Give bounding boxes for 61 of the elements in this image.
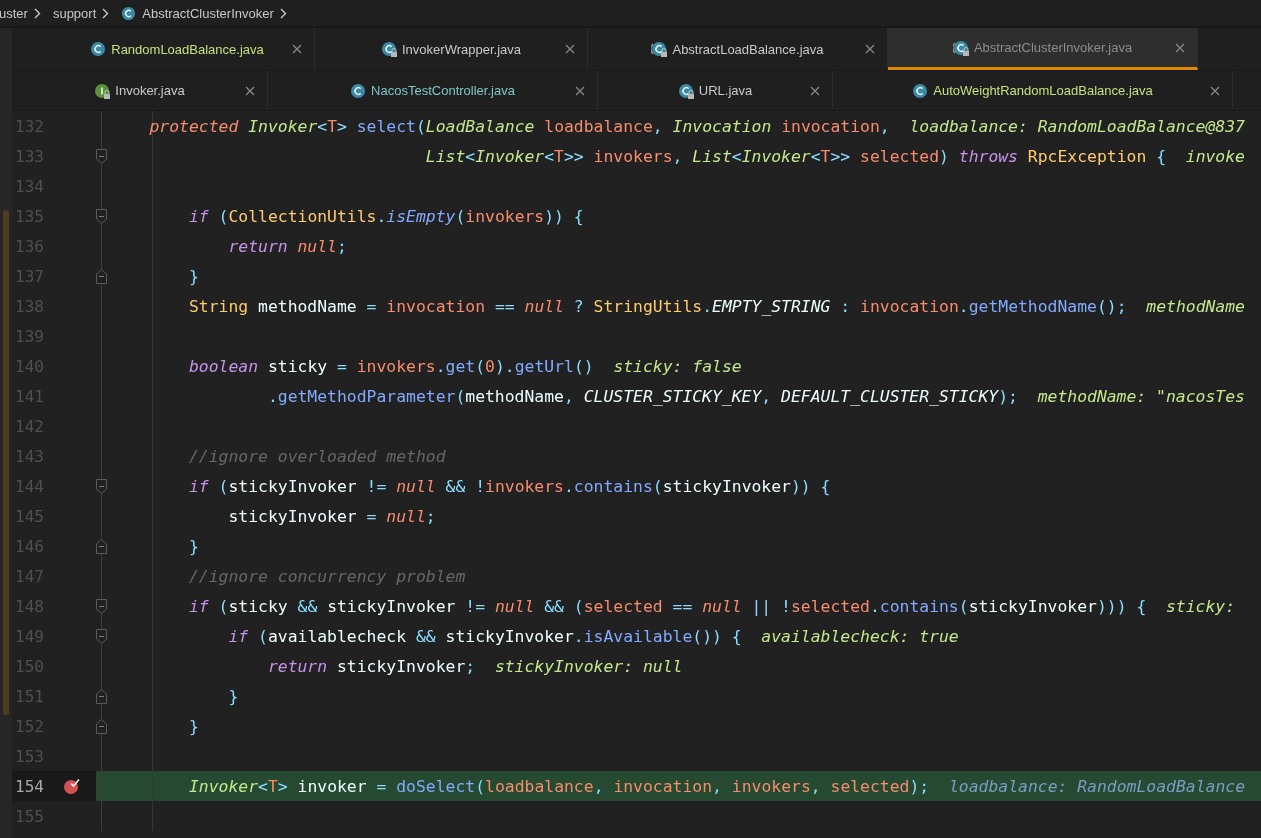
inline-value-hint: methodName xyxy=(1146,296,1245,316)
close-icon[interactable] xyxy=(1210,85,1220,96)
code-line: } xyxy=(228,686,239,706)
editor-tab[interactable]: AutoWeightRandomLoadBalance.java xyxy=(833,71,1233,110)
code-line: Invoker<T> invoker = doSelect(loadbalance, invocation, invokers, selected); xyxy=(188,776,930,796)
code-line: } xyxy=(188,536,199,556)
editor-tab[interactable]: Invoker.java xyxy=(12,71,268,110)
close-icon[interactable] xyxy=(245,85,255,96)
fold-marker-icon[interactable] xyxy=(96,538,107,554)
chevron-right-icon xyxy=(33,7,41,19)
code-line: List<Invoker<T>> invokers, List<Invoker<T>> selected) throws RpcException { xyxy=(425,146,1167,166)
inline-value-hint: invoke xyxy=(1185,146,1245,166)
fold-marker-icon[interactable] xyxy=(96,208,107,224)
inline-value-hint: loadbalance: RandomLoadBalance@837 xyxy=(909,116,1245,136)
code-line: String methodName = invocation == null ? StringUtils.EMPTY_STRING : invocation.getMethodName(); xyxy=(188,296,1127,316)
code-line: stickyInvoker = null; xyxy=(228,506,436,526)
code-line: } xyxy=(188,266,199,286)
code-line: return stickyInvoker; xyxy=(267,656,476,676)
class-file-icon xyxy=(121,5,137,21)
inline-value-hint: availablecheck: true xyxy=(761,626,959,646)
code-line: if (sticky && stickyInvoker != null && (selected == null || !selected.contains(stickyInvoker))) { xyxy=(188,596,1147,616)
chevron-right-icon xyxy=(102,7,110,19)
inline-value-hint: sticky: xyxy=(1166,596,1236,616)
breadcrumb-item[interactable]: AbstractClusterInvoker xyxy=(142,5,274,21)
close-icon[interactable] xyxy=(575,85,585,96)
fold-marker-icon[interactable] xyxy=(96,268,107,284)
inline-value-hint: stickyInvoker: null xyxy=(494,656,683,676)
fold-marker-icon[interactable] xyxy=(96,148,107,164)
code-line: protected Invoker<T> select(LoadBalance loadbalance, Invocation invocation, xyxy=(149,116,890,136)
fold-marker-icon[interactable] xyxy=(96,718,107,734)
close-icon[interactable] xyxy=(810,85,820,96)
fold-marker-icon[interactable] xyxy=(96,688,107,704)
close-icon[interactable] xyxy=(292,44,302,54)
inline-value-hint: methodName: "nacosTes xyxy=(1037,386,1245,406)
code-line: if (stickyInvoker != null && !invokers.contains(stickyInvoker)) { xyxy=(188,476,831,496)
inline-value-hint: loadbalance: RandomLoadBalance xyxy=(948,776,1245,796)
chevron-right-icon xyxy=(279,7,287,19)
code-line: //ignore concurrency problem xyxy=(188,566,466,586)
editor-tab[interactable]: NacosTestController.java xyxy=(268,71,598,110)
breakpoint-icon[interactable] xyxy=(62,777,81,795)
inline-value-hint: sticky: false xyxy=(613,356,742,376)
editor-tab[interactable]: RandomLoadBalance.java xyxy=(40,28,315,70)
fold-marker-icon[interactable] xyxy=(96,598,107,614)
fold-marker-icon[interactable] xyxy=(96,628,107,644)
line-number: 154 xyxy=(15,776,44,796)
fold-marker-icon[interactable] xyxy=(96,478,107,494)
code-line: .getMethodParameter(methodName, CLUSTER_STICKY_KEY, DEFAULT_CLUSTER_STICKY); xyxy=(267,386,1018,406)
breadcrumb-item[interactable]: support xyxy=(52,5,97,21)
code-line: return null; xyxy=(228,236,347,256)
code-line: if (CollectionUtils.isEmpty(invokers)) { xyxy=(188,206,584,226)
code-line: //ignore overloaded method xyxy=(188,446,446,466)
code-line: if (availablecheck && stickyInvoker.isAvailable()) { xyxy=(228,626,742,646)
editor-tab[interactable]: AbstractClusterInvoker.java xyxy=(888,28,1198,70)
close-icon[interactable] xyxy=(865,44,875,54)
code-line: boolean sticky = invokers.get(0).getUrl() xyxy=(188,356,594,376)
editor-tab[interactable]: URL.java xyxy=(598,71,833,110)
code-line: } xyxy=(188,716,199,736)
breadcrumb-item[interactable]: uster xyxy=(0,5,28,21)
close-icon[interactable] xyxy=(565,44,575,54)
close-icon[interactable] xyxy=(1175,42,1185,53)
editor-tab[interactable]: InvokerWrapper.java xyxy=(315,28,588,70)
